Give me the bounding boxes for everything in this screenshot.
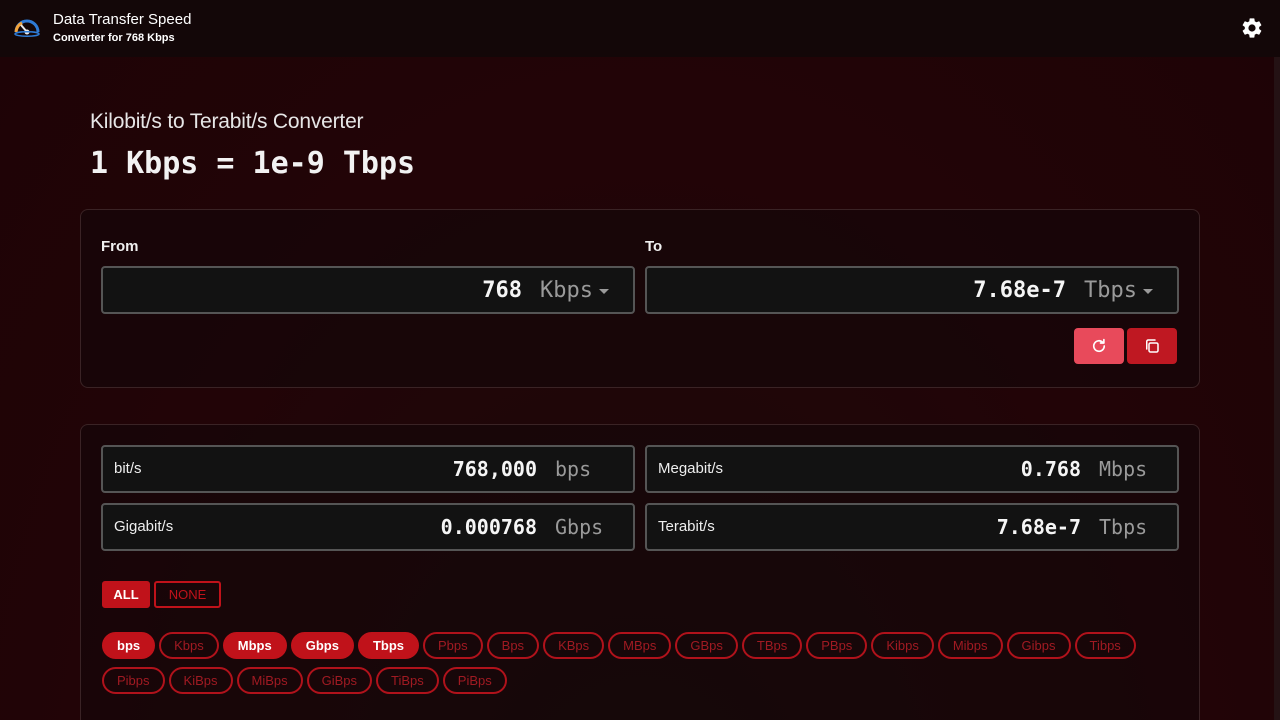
- result-name: bit/s: [114, 460, 142, 477]
- unit-chip-gbps[interactable]: Gbps: [290, 632, 354, 659]
- chevron-down-icon[interactable]: [1143, 288, 1153, 294]
- unit-chip-pbps[interactable]: PBps: [806, 632, 868, 659]
- unit-chip-gbps[interactable]: GBps: [675, 632, 738, 659]
- unit-chip-tibps[interactable]: TiBps: [376, 667, 439, 694]
- unit-chip-mibps[interactable]: MiBps: [236, 667, 303, 694]
- result-number[interactable]: 0.000768: [441, 515, 537, 539]
- unit-chip-kbps[interactable]: KBps: [543, 632, 605, 659]
- from-input[interactable]: 768 Kbps: [101, 266, 635, 314]
- reset-button[interactable]: [1074, 328, 1124, 364]
- from-unit-select[interactable]: Kbps: [540, 278, 593, 303]
- unit-chip-row: bps Kbps Mbps Gbps Tbps Pbps Bps KBps MBps GBps TB…: [102, 632, 1136, 659]
- result-name: Terabit/s: [658, 518, 715, 535]
- result-row[interactable]: bit/s 768,000 bps: [101, 445, 635, 493]
- result-number[interactable]: 0.768: [1021, 457, 1081, 481]
- from-label: From: [101, 238, 139, 255]
- copy-icon: [1146, 339, 1159, 353]
- select-none-button[interactable]: NONE: [154, 581, 221, 608]
- unit-chip-kibps[interactable]: KiBps: [168, 667, 233, 694]
- unit-chip-pibps[interactable]: PiBps: [442, 667, 507, 694]
- unit-chip-row: Pibps KiBps MiBps GiBps TiBps PiBps: [102, 667, 507, 694]
- result-name: Megabit/s: [658, 460, 724, 477]
- app-header: Data Transfer Speed Converter for 768 Kb…: [0, 0, 1280, 57]
- to-unit-select[interactable]: Tbps: [1084, 278, 1137, 303]
- unit-chip-gibps[interactable]: GiBps: [306, 667, 373, 694]
- unit-chip-gibps[interactable]: Gibps: [1006, 632, 1071, 659]
- result-value[interactable]: 768,000 bps: [453, 457, 615, 481]
- result-unit: bps: [555, 457, 592, 481]
- result-name: Gigabit/s: [114, 518, 174, 535]
- chevron-down-icon[interactable]: [599, 288, 609, 294]
- select-all-button[interactable]: ALL: [102, 581, 150, 608]
- unit-chip-tibps[interactable]: Tibps: [1074, 632, 1136, 659]
- unit-chip-bps[interactable]: Bps: [486, 632, 540, 659]
- result-row[interactable]: Gigabit/s 0.000768 Gbps: [101, 503, 635, 551]
- gear-icon[interactable]: [1240, 16, 1264, 40]
- result-row[interactable]: Megabit/s 0.768 Mbps: [645, 445, 1179, 493]
- copy-button[interactable]: [1127, 328, 1177, 364]
- page-scrollbar[interactable]: [1274, 57, 1280, 720]
- unit-chip-pbps[interactable]: Pbps: [423, 632, 483, 659]
- unit-chip-kibps[interactable]: Kibps: [871, 632, 934, 659]
- result-unit: Gbps: [555, 515, 604, 539]
- app-subtitle: Converter for 768 Kbps: [53, 32, 175, 44]
- result-value[interactable]: 7.68e-7 Tbps: [997, 515, 1159, 539]
- to-input[interactable]: 7.68e-7 Tbps: [645, 266, 1179, 314]
- result-value[interactable]: 0.000768 Gbps: [441, 515, 615, 539]
- conversion-formula: 1 Kbps = 1e-9 Tbps: [90, 146, 416, 181]
- from-value[interactable]: 768: [482, 278, 522, 303]
- speedometer-logo-icon: [14, 19, 40, 37]
- result-number[interactable]: 7.68e-7: [997, 515, 1081, 539]
- result-number[interactable]: 768,000: [453, 457, 537, 481]
- result-unit: Mbps: [1099, 457, 1148, 481]
- result-unit: Tbps: [1099, 515, 1148, 539]
- to-label: To: [645, 238, 663, 255]
- refresh-icon: [1092, 338, 1106, 353]
- unit-chip-mbps[interactable]: Mbps: [222, 632, 287, 659]
- to-value[interactable]: 7.68e-7: [973, 278, 1066, 303]
- unit-chip-bps[interactable]: bps: [102, 632, 156, 659]
- unit-chip-tbps[interactable]: TBps: [741, 632, 803, 659]
- page-title: Kilobit/s to Terabit/s Converter: [90, 110, 364, 133]
- result-value[interactable]: 0.768 Mbps: [1021, 457, 1159, 481]
- result-row[interactable]: Terabit/s 7.68e-7 Tbps: [645, 503, 1179, 551]
- app-title: Data Transfer Speed: [53, 11, 192, 28]
- unit-chip-kbps[interactable]: Kbps: [159, 632, 219, 659]
- unit-chip-mibps[interactable]: Mibps: [937, 632, 1003, 659]
- unit-chip-pibps[interactable]: Pibps: [102, 667, 165, 694]
- unit-chip-mbps[interactable]: MBps: [608, 632, 672, 659]
- unit-chip-tbps[interactable]: Tbps: [357, 632, 420, 659]
